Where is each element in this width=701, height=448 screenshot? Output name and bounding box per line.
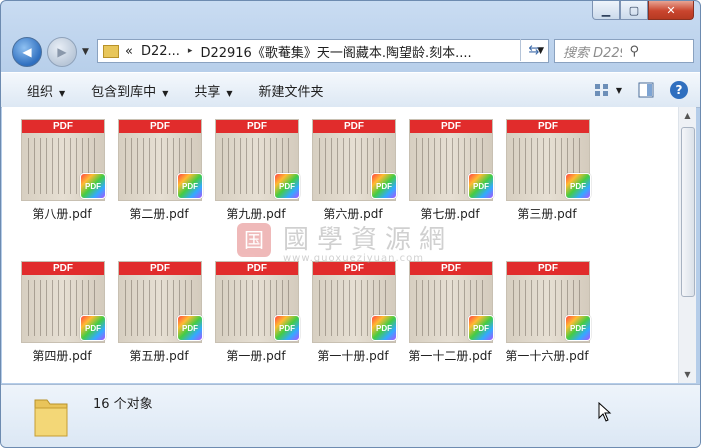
search-placeholder: 搜索 D22916《... xyxy=(563,45,622,61)
scroll-down-icon[interactable]: ▼ xyxy=(679,366,696,383)
pdf-app-icon: PDF xyxy=(274,173,300,199)
maximize-icon[interactable]: ▢ xyxy=(620,1,648,20)
preview-pane-icon[interactable] xyxy=(638,82,654,98)
file-list[interactable]: PDF PDF 第八册.pdf PDF PDF 第二册.pdf PDF PDF 第九册.pdf P… xyxy=(2,107,678,383)
folder-icon xyxy=(34,399,68,437)
navigation-row: ◀ ▶ ▼ « D22... ▸ D22916《歌菴集》天一阁藏本.陶望龄.刻本… xyxy=(1,34,700,68)
file-item[interactable]: PDF PDF 第一十二册.pdf xyxy=(404,255,496,370)
chevron-down-icon: ▼ xyxy=(59,88,66,98)
search-icon[interactable]: ⚲ xyxy=(622,44,689,59)
breadcrumb-item[interactable]: D22... xyxy=(141,44,180,59)
back-arrow-icon[interactable]: ◀ xyxy=(12,37,42,67)
pdf-app-icon: PDF xyxy=(80,315,106,341)
breadcrumb-overflow[interactable]: « xyxy=(125,44,133,59)
pdf-app-icon: PDF xyxy=(274,315,300,341)
pdf-header-label: PDF xyxy=(22,120,104,133)
pdf-app-icon: PDF xyxy=(371,173,397,199)
pdf-header-label: PDF xyxy=(507,120,589,133)
file-item[interactable]: PDF PDF 第一十册.pdf xyxy=(307,255,399,370)
file-item[interactable]: PDF PDF 第六册.pdf xyxy=(307,113,399,228)
file-item[interactable]: PDF PDF 第八册.pdf xyxy=(16,113,108,228)
chevron-down-icon[interactable]: ▼ xyxy=(82,47,89,57)
include-in-library-button[interactable]: 包含到库中 ▼ xyxy=(91,81,168,100)
file-name: 第五册.pdf xyxy=(129,349,189,363)
scroll-thumb[interactable] xyxy=(681,127,695,297)
caption-buttons: ▁ ▢ ✕ xyxy=(592,1,694,20)
file-name: 第七册.pdf xyxy=(420,207,480,221)
mouse-cursor-icon xyxy=(598,402,612,422)
scroll-up-icon[interactable]: ▲ xyxy=(679,107,696,124)
folder-icon xyxy=(103,44,119,58)
pdf-header-label: PDF xyxy=(119,262,201,275)
help-icon[interactable]: ? xyxy=(670,81,688,99)
breadcrumb-item[interactable]: D22916《歌菴集》天一阁藏本.陶望龄.刻本.... xyxy=(200,42,471,61)
explorer-window: ▁ ▢ ✕ ◀ ▶ ▼ « D22... ▸ D22916《歌菴集》天一阁藏本.… xyxy=(0,0,701,448)
pdf-app-icon: PDF xyxy=(565,173,591,199)
pdf-header-label: PDF xyxy=(313,262,395,275)
file-name: 第六册.pdf xyxy=(323,207,383,221)
minimize-icon[interactable]: ▁ xyxy=(592,1,620,20)
file-item[interactable]: PDF PDF 第九册.pdf xyxy=(210,113,302,228)
vertical-scrollbar[interactable]: ▲ ▼ xyxy=(678,107,696,383)
breadcrumb-separator-icon[interactable]: ▸ xyxy=(188,46,193,56)
share-button[interactable]: 共享 ▼ xyxy=(194,81,232,100)
file-item[interactable]: PDF PDF 第二册.pdf xyxy=(113,113,205,228)
pdf-app-icon: PDF xyxy=(371,315,397,341)
view-options-icon[interactable] xyxy=(594,82,610,98)
pdf-header-label: PDF xyxy=(507,262,589,275)
pdf-header-label: PDF xyxy=(216,262,298,275)
pdf-header-label: PDF xyxy=(410,262,492,275)
file-name: 第三册.pdf xyxy=(517,207,577,221)
file-name: 第一十册.pdf xyxy=(317,349,389,363)
file-item[interactable]: PDF PDF 第三册.pdf xyxy=(501,113,593,228)
pdf-app-icon: PDF xyxy=(80,173,106,199)
file-name: 第九册.pdf xyxy=(226,207,286,221)
pdf-header-label: PDF xyxy=(22,262,104,275)
organize-button[interactable]: 组织 ▼ xyxy=(27,81,65,100)
chevron-down-icon[interactable]: ▼ xyxy=(616,86,622,95)
file-name: 第一册.pdf xyxy=(226,349,286,363)
pdf-header-label: PDF xyxy=(410,120,492,133)
file-name: 第八册.pdf xyxy=(32,207,92,221)
pdf-header-label: PDF xyxy=(313,120,395,133)
close-icon[interactable]: ✕ xyxy=(648,1,694,20)
pdf-app-icon: PDF xyxy=(565,315,591,341)
file-name: 第二册.pdf xyxy=(129,207,189,221)
file-name: 第四册.pdf xyxy=(32,349,92,363)
pdf-app-icon: PDF xyxy=(177,315,203,341)
pdf-app-icon: PDF xyxy=(468,173,494,199)
forward-arrow-icon[interactable]: ▶ xyxy=(47,37,77,67)
file-item[interactable]: PDF PDF 第一册.pdf xyxy=(210,255,302,370)
details-pane: 16 个对象 xyxy=(1,384,700,447)
command-bar: 组织 ▼ 包含到库中 ▼ 共享 ▼ 新建文件夹 ▼ ? xyxy=(1,72,700,108)
chevron-down-icon: ▼ xyxy=(162,88,169,98)
item-count: 16 个对象 xyxy=(93,397,153,412)
file-item[interactable]: PDF PDF 第五册.pdf xyxy=(113,255,205,370)
search-input[interactable]: 搜索 D22916《... ⚲ xyxy=(554,39,694,63)
pdf-app-icon: PDF xyxy=(177,173,203,199)
pdf-header-label: PDF xyxy=(119,120,201,133)
new-folder-button[interactable]: 新建文件夹 xyxy=(259,81,324,100)
pdf-header-label: PDF xyxy=(216,120,298,133)
refresh-icon[interactable]: ⇆ xyxy=(520,39,547,61)
pdf-app-icon: PDF xyxy=(468,315,494,341)
chevron-down-icon: ▼ xyxy=(226,88,233,98)
address-bar[interactable]: « D22... ▸ D22916《歌菴集》天一阁藏本.陶望龄.刻本.... ▼ xyxy=(97,39,549,63)
file-item[interactable]: PDF PDF 第一十六册.pdf xyxy=(501,255,593,370)
file-item[interactable]: PDF PDF 第四册.pdf xyxy=(16,255,108,370)
file-name: 第一十二册.pdf xyxy=(408,349,492,363)
file-item[interactable]: PDF PDF 第七册.pdf xyxy=(404,113,496,228)
file-name: 第一十六册.pdf xyxy=(505,349,589,363)
